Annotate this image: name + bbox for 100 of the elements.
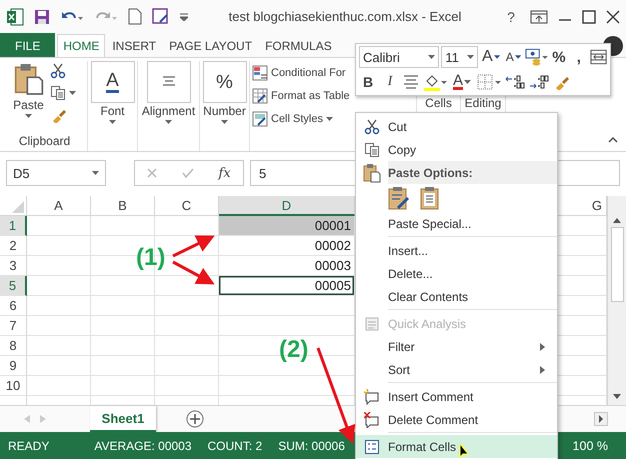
ribbon-tab[interactable]: PAGE LAYOUT xyxy=(163,34,258,57)
check-icon xyxy=(182,168,194,178)
column-header[interactable]: B xyxy=(91,196,155,216)
edit-document-icon[interactable] xyxy=(152,8,170,25)
decrease-decimal-icon[interactable] xyxy=(529,74,550,90)
ribbon-tab[interactable]: FORMULAS xyxy=(259,34,338,57)
paste-formatting-icon[interactable] xyxy=(388,186,410,210)
money-icon[interactable] xyxy=(525,48,548,66)
menu-item[interactable]: Format Cells xyxy=(356,435,557,458)
scroll-down-icon[interactable] xyxy=(613,394,621,399)
zoom-level: 100 % xyxy=(572,438,608,452)
menu-item[interactable]: Insert... xyxy=(356,239,557,262)
insert-function-button[interactable]: fx xyxy=(218,166,231,180)
percent-icon: % xyxy=(202,61,246,103)
scroll-right-icon[interactable] xyxy=(594,412,608,426)
number-format-button[interactable]: % xyxy=(550,46,568,68)
menu-item[interactable]: Delete... xyxy=(356,262,557,285)
row-header[interactable]: 6 xyxy=(0,296,27,316)
styles-button[interactable]: Cell Styles xyxy=(252,107,333,130)
font-icon: A xyxy=(90,61,134,103)
font-color-button[interactable]: A xyxy=(451,71,474,93)
close-icon[interactable] xyxy=(606,10,620,24)
add-sheet-icon[interactable] xyxy=(186,410,204,428)
menu-item[interactable]: Clear Contents xyxy=(356,285,557,308)
number-format-button[interactable]: , xyxy=(570,46,588,68)
caret-icon xyxy=(326,116,333,120)
save-icon[interactable] xyxy=(34,8,50,24)
ribbon-button[interactable]: Alignment xyxy=(142,61,196,124)
ribbon-button[interactable]: Cells xyxy=(425,97,452,110)
paste-values-icon[interactable] xyxy=(420,186,440,210)
row-header[interactable]: 5 xyxy=(0,276,27,296)
caret-icon xyxy=(165,120,172,124)
new-document-icon[interactable] xyxy=(128,8,142,25)
grow-font-button[interactable]: A xyxy=(480,46,502,68)
caret-icon xyxy=(221,120,228,124)
sheet-tab[interactable]: Sheet1 xyxy=(90,406,156,432)
fill-color-icon[interactable] xyxy=(423,73,447,91)
caret-icon xyxy=(514,55,521,59)
menu-item[interactable]: Copy xyxy=(356,138,557,161)
ribbon-tab[interactable]: INSERT xyxy=(106,34,162,57)
clipboard-icon xyxy=(14,61,44,97)
cancel-icon xyxy=(147,168,158,178)
ribbon-button[interactable]: % Number xyxy=(202,61,246,124)
ribbon-display-icon[interactable] xyxy=(530,10,548,24)
caret-icon xyxy=(25,114,32,118)
menu-item[interactable]: Paste Special... xyxy=(356,212,557,235)
table-cell: 00002 xyxy=(219,236,355,256)
comment-add-icon xyxy=(364,388,380,404)
file-menu-tab[interactable]: FILE xyxy=(0,33,56,57)
menu-item[interactable]: Insert Comment xyxy=(356,385,557,408)
caret-icon xyxy=(466,55,474,59)
styles-button[interactable]: Conditional For xyxy=(252,61,346,84)
row-header[interactable]: 10 xyxy=(0,376,27,396)
scissors-icon xyxy=(364,118,380,134)
menu-item[interactable]: Cut xyxy=(356,115,557,138)
column-header[interactable]: G xyxy=(558,196,607,216)
increase-decimal-icon[interactable] xyxy=(505,74,526,90)
row-header[interactable]: 2 xyxy=(0,236,27,256)
row-header[interactable]: 9 xyxy=(0,356,27,376)
maximize-icon[interactable] xyxy=(582,10,596,24)
row-header[interactable]: 8 xyxy=(0,336,27,356)
menu-item[interactable]: Sort xyxy=(356,358,557,381)
italic-button[interactable]: I xyxy=(381,71,399,93)
menu-item[interactable]: Filter xyxy=(356,335,557,358)
format-cells-icon xyxy=(364,438,380,454)
scroll-up-icon[interactable] xyxy=(613,218,621,223)
row-header[interactable]: 1 xyxy=(0,216,27,236)
ribbon-button[interactable]: A Font xyxy=(90,61,134,124)
status-text: READY xyxy=(8,438,50,452)
ribbon-tab[interactable]: HOME xyxy=(57,34,106,57)
row-header[interactable]: 7 xyxy=(0,316,27,336)
shrink-font-button[interactable]: A xyxy=(504,46,523,68)
annotation-arrow xyxy=(172,235,215,258)
align-center-icon[interactable] xyxy=(403,75,419,89)
bold-button[interactable]: B xyxy=(359,71,377,93)
font-size-field[interactable]: 11 xyxy=(441,46,478,68)
ribbon-button[interactable]: Editing xyxy=(464,97,502,110)
menu-item[interactable]: Delete Comment xyxy=(356,408,557,431)
name-box[interactable]: D5 xyxy=(6,160,106,186)
font-name-field[interactable]: Calibri xyxy=(359,46,440,68)
table-cell: 00001 xyxy=(219,216,355,236)
collapse-ribbon-icon[interactable] xyxy=(608,137,618,143)
submenu-arrow-icon xyxy=(540,366,545,374)
caret-icon xyxy=(428,55,436,59)
comment-delete-icon xyxy=(364,412,380,428)
scrollbar-thumb[interactable] xyxy=(610,227,624,302)
help-button[interactable]: ? xyxy=(502,6,520,26)
styles-button[interactable]: Format as Table xyxy=(252,84,350,107)
group-label: Clipboard xyxy=(18,134,70,148)
column-header[interactable]: A xyxy=(27,196,91,216)
status-text: AVERAGE: 00003 xyxy=(94,438,192,452)
column-header[interactable]: D xyxy=(219,196,355,216)
customize-caret-icon[interactable] xyxy=(180,12,188,20)
paste-button[interactable]: Paste xyxy=(13,61,44,123)
caret-icon xyxy=(92,171,99,175)
annotation-label: (1) xyxy=(136,244,166,272)
column-header[interactable]: C xyxy=(155,196,219,216)
row-header[interactable]: 3 xyxy=(0,256,27,276)
vertical-scrollbar[interactable] xyxy=(607,196,626,405)
wrap-text-icon[interactable] xyxy=(590,48,607,66)
